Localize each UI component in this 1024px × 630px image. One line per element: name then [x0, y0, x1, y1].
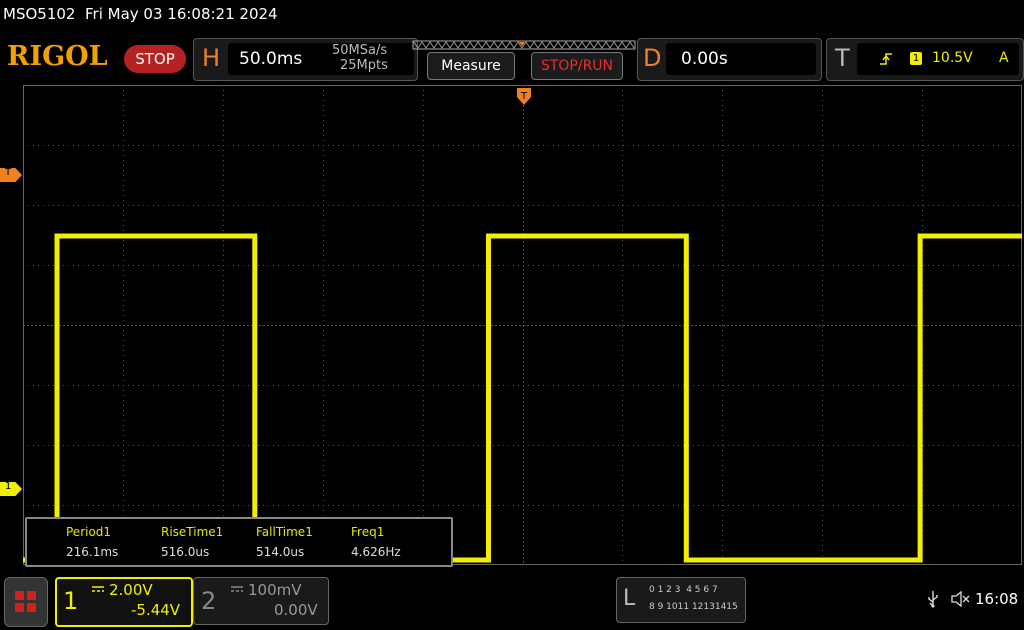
logic-panel[interactable]: L 0 1 2 3 4 5 6 7 8 9 1011 12131415	[616, 577, 746, 623]
delay-value: 0.00s	[681, 49, 728, 69]
measure-button[interactable]: Measure	[427, 52, 515, 80]
trigger-display: 1 10.5V A	[857, 43, 1019, 75]
channel1-ground-marker-label: 1	[5, 481, 12, 492]
channel1-ground-marker[interactable]: 1	[0, 482, 22, 496]
graticule	[23, 85, 1022, 565]
meas-value-period: 216.1ms	[66, 545, 119, 559]
memory-position-strip	[412, 36, 636, 50]
memory-position-bar	[412, 40, 636, 50]
rigol-logo: RIGOL	[7, 41, 108, 72]
datetime: Fri May 03 16:08:21 2024	[85, 5, 278, 23]
trigger-mode: A	[999, 50, 1009, 66]
channel2-number: 2	[201, 587, 217, 615]
meas-value-falltime: 514.0us	[256, 545, 305, 559]
square-wave-path	[23, 233, 1022, 563]
horizontal-panel[interactable]: H 50.0ms 50MSa/s 25Mpts	[193, 38, 418, 81]
delay-letter: D	[643, 44, 662, 72]
delay-display: 0.00s	[666, 43, 816, 75]
run-state-badge[interactable]: STOP	[124, 45, 186, 73]
usb-icon	[928, 591, 938, 608]
channel1-panel[interactable]: 1 2.00V -5.44V	[55, 577, 193, 627]
trigger-level-marker[interactable]: T	[0, 168, 22, 182]
trigger-panel[interactable]: T 1 10.5V A	[826, 38, 1024, 81]
horizontal-display: 50.0ms 50MSa/s 25Mpts	[228, 43, 414, 75]
grid-menu-icon	[15, 591, 36, 612]
meas-label-risetime: RiseTime1	[161, 525, 224, 539]
channel1-offset: -5.44V	[131, 601, 181, 619]
trigger-position-marker[interactable]: T	[515, 86, 533, 110]
meas-label-period: Period1	[66, 525, 112, 539]
title-bar: MSO5102 Fri May 03 16:08:21 2024	[3, 5, 278, 23]
trigger-level-marker-label: T	[5, 167, 12, 178]
delay-panel[interactable]: D 0.00s	[637, 38, 822, 81]
trigger-source-badge: 1	[910, 52, 922, 65]
sample-rate: 50MSa/s	[332, 43, 388, 58]
model-name: MSO5102	[3, 5, 76, 23]
dc-coupling-icon	[92, 586, 104, 592]
meas-value-freq: 4.626Hz	[351, 545, 401, 559]
home-menu-button[interactable]	[4, 577, 48, 627]
meas-value-risetime: 516.0us	[161, 545, 210, 559]
svg-text:T: T	[520, 91, 528, 102]
stop-run-button[interactable]: STOP/RUN	[531, 52, 623, 80]
trigger-letter: T	[835, 44, 850, 72]
speaker-muted-icon[interactable]	[950, 590, 970, 608]
logic-channels-row2: 8 9 1011 12131415	[649, 602, 738, 612]
channel2-offset: 0.00V	[274, 601, 318, 619]
memory-depth: 25Mpts	[340, 58, 388, 73]
rising-edge-icon	[880, 53, 892, 65]
trigger-level: 10.5V	[932, 50, 973, 66]
measurement-panel[interactable]: Period1 216.1ms RiseTime1 516.0us FallTi…	[25, 517, 453, 567]
meas-label-freq: Freq1	[351, 525, 385, 539]
waveform-screen[interactable]	[23, 85, 1022, 565]
logic-letter: L	[623, 586, 636, 611]
timebase-value: 50.0ms	[239, 49, 303, 69]
channel2-scale: 100mV	[248, 581, 302, 599]
status-time: 16:08	[975, 590, 1019, 608]
logic-channels-row1: 0 1 2 3 4 5 6 7	[649, 585, 718, 595]
channel1-trace	[23, 233, 1022, 563]
dc-coupling-icon	[231, 586, 243, 592]
channel1-scale: 2.00V	[109, 581, 153, 599]
meas-label-falltime: FallTime1	[256, 525, 313, 539]
channel2-panel[interactable]: 2 100mV 0.00V	[193, 577, 329, 625]
channel1-number: 1	[63, 587, 79, 615]
horizontal-letter: H	[202, 44, 221, 72]
